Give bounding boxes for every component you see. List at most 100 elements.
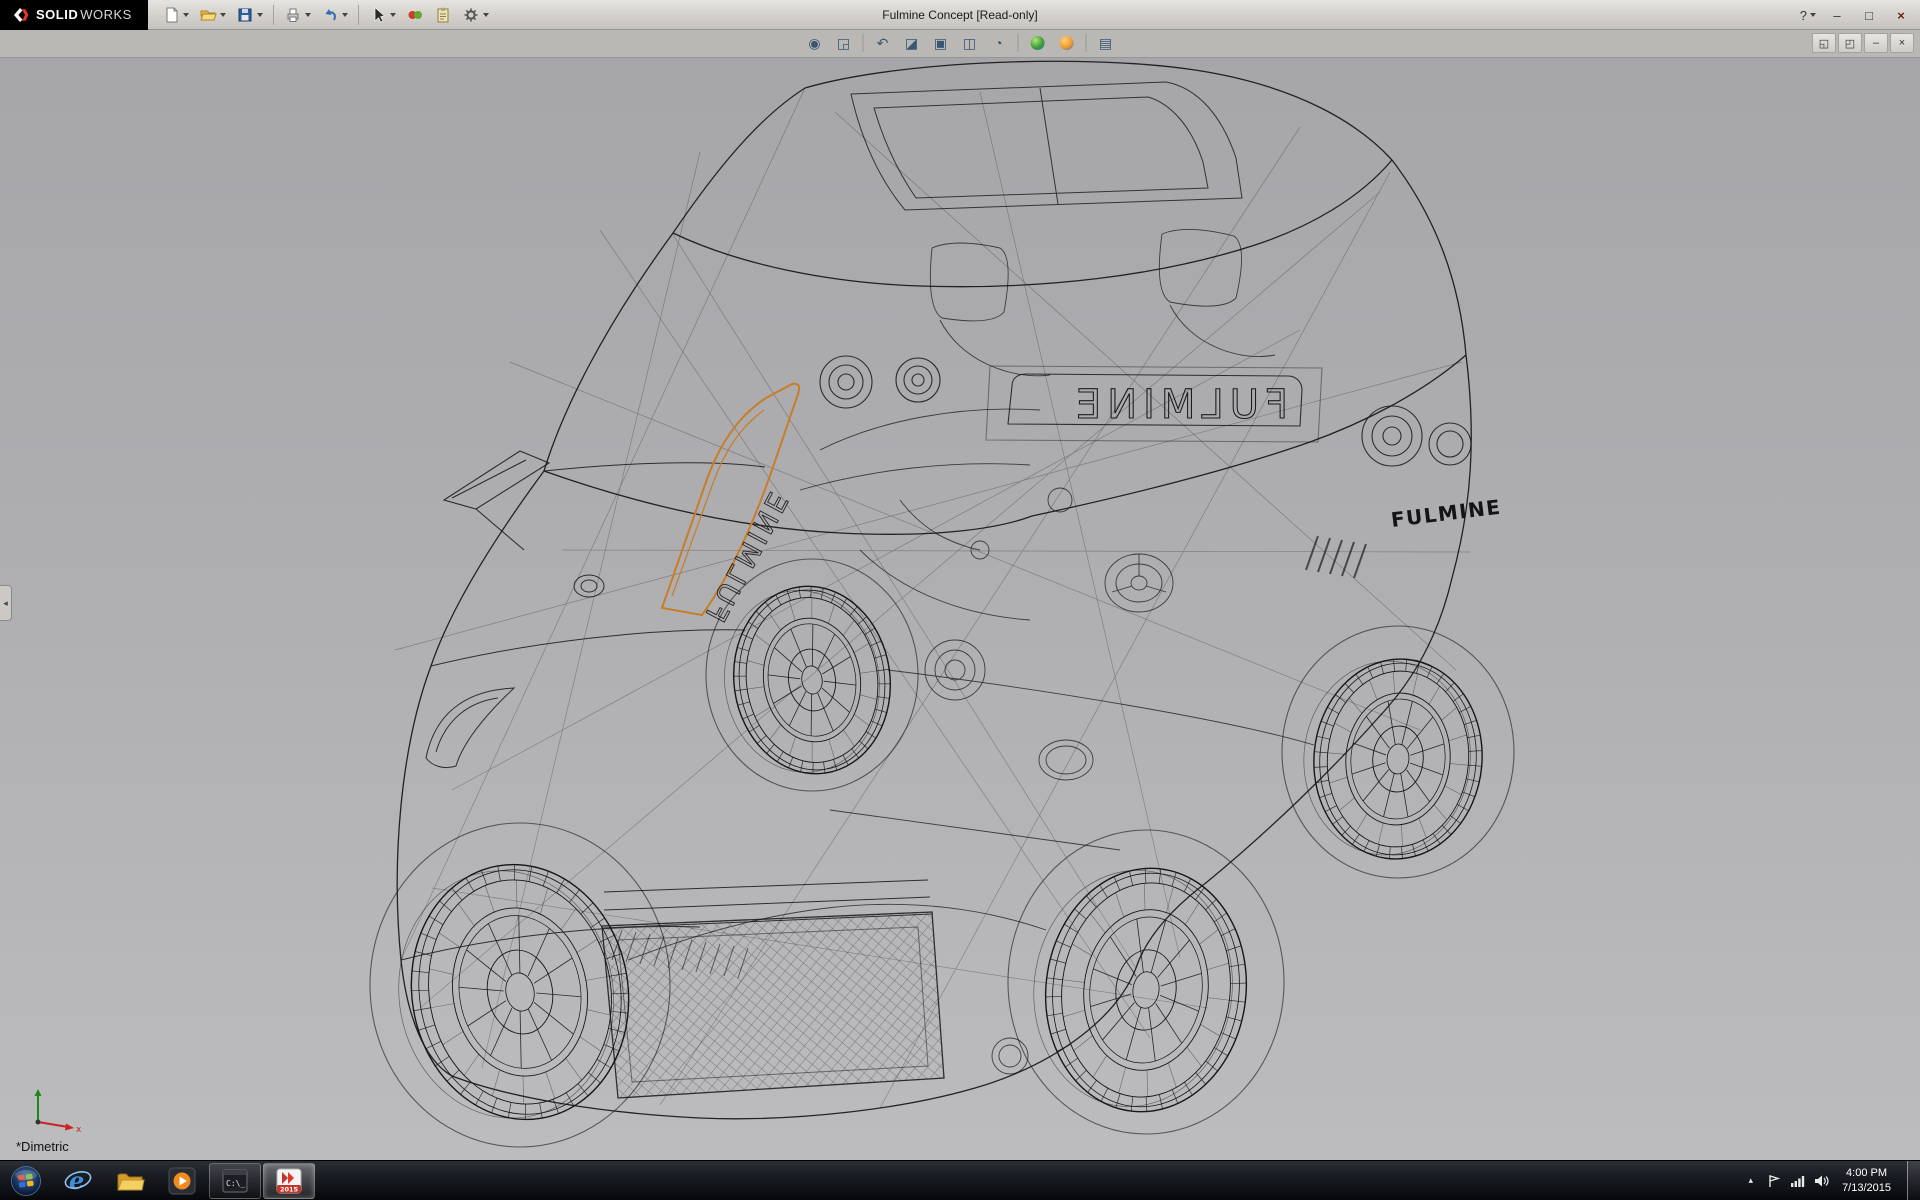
close-window-button[interactable]: × bbox=[1890, 33, 1914, 53]
file-explorer-button[interactable] bbox=[104, 1161, 156, 1200]
view-settings-icon[interactable]: ▤ bbox=[1093, 32, 1119, 54]
media-player-button[interactable] bbox=[156, 1161, 208, 1200]
app-logo-text-bold: SOLID bbox=[36, 7, 78, 22]
rebuild-icon bbox=[406, 6, 424, 24]
headsup-strip: ◉ ◲ ↶ ◪ ▣ ◫ ◔ ▤ ◱ ◰ – × bbox=[0, 30, 1920, 58]
toolbar-separator bbox=[863, 34, 864, 52]
rebuild-button[interactable] bbox=[402, 3, 428, 27]
network-icon[interactable] bbox=[1790, 1174, 1805, 1188]
window-title: Fulmine Concept [Read-only] bbox=[882, 8, 1037, 22]
clock-time: 4:00 PM bbox=[1842, 1166, 1891, 1180]
tray-icons bbox=[1767, 1174, 1830, 1188]
undo-button[interactable] bbox=[317, 3, 352, 27]
section-view-icon[interactable]: ◪ bbox=[899, 32, 925, 54]
minimize-window-button[interactable]: – bbox=[1864, 33, 1888, 53]
graphics-viewport[interactable]: ◉ ◲ ↶ ◪ ▣ ◫ ◔ ▤ ◱ ◰ – × bbox=[0, 30, 1920, 1160]
show-desktop-button[interactable] bbox=[1907, 1161, 1920, 1200]
volume-icon[interactable] bbox=[1814, 1174, 1830, 1188]
internet-explorer-icon: e bbox=[63, 1166, 93, 1196]
file-properties-button[interactable] bbox=[430, 3, 456, 27]
help-button[interactable]: ? bbox=[1796, 8, 1820, 23]
solidworks-badge: 2015 bbox=[280, 1185, 299, 1193]
folder-icon bbox=[115, 1166, 145, 1196]
solidworks-window: SOLID WORKS bbox=[0, 0, 1920, 1200]
car-front-detail bbox=[401, 463, 944, 1098]
dropdown-caret-icon bbox=[390, 13, 396, 17]
save-button[interactable] bbox=[232, 3, 267, 27]
print-icon bbox=[284, 6, 302, 24]
internet-explorer-button[interactable]: e bbox=[52, 1161, 104, 1200]
solidworks-logo-icon bbox=[10, 5, 30, 25]
solidworks-app-icon: 2015 bbox=[275, 1167, 303, 1195]
toolbar-separator bbox=[358, 5, 359, 25]
appearance-ball-icon bbox=[1031, 36, 1045, 50]
cascade-window-button[interactable]: ◱ bbox=[1812, 33, 1836, 53]
dropdown-caret-icon bbox=[342, 13, 348, 17]
orientation-triad-icon: x bbox=[26, 1086, 86, 1132]
car-mirror bbox=[444, 451, 549, 550]
taskbar: e C:\_ bbox=[0, 1160, 1920, 1200]
minimize-button[interactable]: – bbox=[1822, 4, 1852, 26]
previous-view-icon[interactable]: ↶ bbox=[870, 32, 896, 54]
save-icon bbox=[236, 6, 254, 24]
command-prompt-icon: C:\_ bbox=[221, 1167, 249, 1195]
display-style-icon[interactable]: ◫ bbox=[957, 32, 983, 54]
select-cursor-icon bbox=[369, 6, 387, 24]
model-logo-rear: FULMINE bbox=[1070, 382, 1288, 428]
zoom-to-area-icon[interactable]: ◲ bbox=[831, 32, 857, 54]
select-button[interactable] bbox=[365, 3, 400, 27]
title-bar: SOLID WORKS bbox=[0, 0, 1920, 30]
open-folder-icon bbox=[199, 6, 217, 24]
toolbar-separator bbox=[1086, 34, 1087, 52]
zoom-to-fit-icon[interactable]: ◉ bbox=[802, 32, 828, 54]
windows-start-icon bbox=[10, 1165, 42, 1197]
model-wireframe[interactable]: FULMINE FULMINE FULMINE bbox=[0, 30, 1920, 1160]
dropdown-caret-icon bbox=[305, 13, 311, 17]
command-prompt-button[interactable]: C:\_ bbox=[209, 1163, 261, 1199]
new-document-icon bbox=[162, 6, 180, 24]
new-document-button[interactable] bbox=[158, 3, 193, 27]
dropdown-caret-icon bbox=[220, 13, 226, 17]
restore-window-button[interactable]: ◰ bbox=[1838, 33, 1862, 53]
file-properties-icon bbox=[434, 6, 452, 24]
help-icon: ? bbox=[1800, 8, 1807, 23]
dropdown-caret-icon bbox=[257, 13, 263, 17]
model-logo-side: FULMINE bbox=[1390, 495, 1503, 532]
dropdown-caret-icon bbox=[1810, 13, 1816, 17]
window-controls: ? – □ × bbox=[1796, 0, 1916, 30]
system-tray: ▴ 4:00 PM 7/13/2015 bbox=[1747, 1161, 1920, 1200]
solidworks-taskbar-button[interactable]: 2015 bbox=[263, 1163, 315, 1199]
svg-text:x: x bbox=[76, 1125, 82, 1132]
taskbar-clock[interactable]: 4:00 PM 7/13/2015 bbox=[1842, 1166, 1895, 1195]
svg-text:e: e bbox=[69, 1166, 84, 1195]
maximize-button[interactable]: □ bbox=[1854, 4, 1884, 26]
close-button[interactable]: × bbox=[1886, 4, 1916, 26]
action-center-icon[interactable] bbox=[1767, 1174, 1781, 1188]
edit-appearance-icon[interactable] bbox=[1025, 32, 1051, 54]
app-logo: SOLID WORKS bbox=[0, 0, 148, 30]
app-logo-text-light: WORKS bbox=[80, 7, 132, 22]
dropdown-caret-icon bbox=[483, 13, 489, 17]
dropdown-caret-icon bbox=[183, 13, 189, 17]
document-window-controls: ◱ ◰ – × bbox=[1812, 33, 1914, 53]
undo-icon bbox=[321, 6, 339, 24]
gear-icon bbox=[462, 6, 480, 24]
svg-text:C:\_: C:\_ bbox=[226, 1179, 245, 1188]
apply-scene-icon[interactable] bbox=[1054, 32, 1080, 54]
panel-flyout-tab[interactable]: ◂ bbox=[0, 585, 12, 621]
open-button[interactable] bbox=[195, 3, 230, 27]
car-roof-detail bbox=[851, 82, 1242, 210]
hide-show-items-icon[interactable]: ◔ bbox=[986, 32, 1012, 54]
view-orientation-icon[interactable]: ▣ bbox=[928, 32, 954, 54]
options-button[interactable] bbox=[458, 3, 493, 27]
toolbar-separator bbox=[273, 5, 274, 25]
view-orientation-label: *Dimetric bbox=[16, 1139, 69, 1154]
model-logo-window: FULMINE bbox=[699, 484, 796, 627]
show-hidden-icons-button[interactable]: ▴ bbox=[1747, 1175, 1756, 1186]
main-toolbar bbox=[148, 3, 493, 27]
start-button[interactable] bbox=[0, 1161, 52, 1200]
scene-ball-icon bbox=[1060, 36, 1074, 50]
toolbar-separator bbox=[1018, 34, 1019, 52]
print-button[interactable] bbox=[280, 3, 315, 27]
clock-date: 7/13/2015 bbox=[1842, 1181, 1891, 1195]
